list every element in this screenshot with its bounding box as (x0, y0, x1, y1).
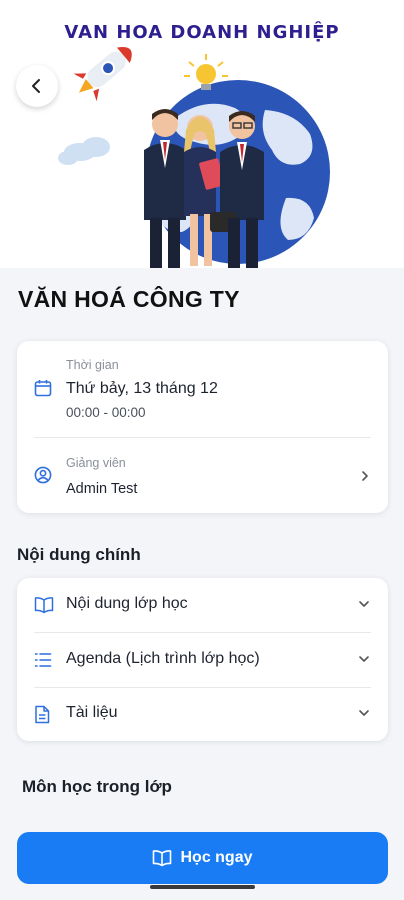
hero-banner: VAN HOA DOANH NGHIỆP (0, 0, 404, 268)
chevron-right-icon (362, 471, 368, 481)
chevron-down-icon (359, 656, 369, 662)
time-label: Thời gian (66, 358, 119, 372)
time-row: Thời gian Thứ bảy, 13 tháng 12 00:00 - 0… (17, 341, 388, 427)
user-circle-icon (34, 466, 52, 484)
instructor-name: Admin Test (66, 481, 138, 497)
list-icon (34, 653, 52, 667)
chevron-left-icon (32, 79, 40, 93)
main-content-title: Nội dung chính (17, 545, 141, 564)
class-info-card: Thời gian Thứ bảy, 13 tháng 12 00:00 - 0… (17, 341, 388, 513)
cta-label: Học ngay (180, 849, 253, 866)
book-icon (34, 597, 54, 614)
banner-title: VAN HOA DOANH NGHIỆP (64, 22, 340, 43)
instructor-label: Giảng viên (66, 456, 126, 470)
accordion-label: Agenda (Lịch trình lớp học) (66, 650, 260, 667)
chevron-down-icon (359, 710, 369, 716)
class-time-range: 00:00 - 00:00 (66, 405, 146, 420)
start-learning-button[interactable]: Học ngay (17, 832, 388, 884)
main-content-card: Nội dung lớp học Agenda (Lịch trình lớp … (17, 578, 388, 741)
document-icon (35, 705, 50, 724)
accordion-class-content[interactable]: Nội dung lớp học (17, 578, 388, 632)
instructor-row[interactable]: Giảng viên Admin Test (17, 438, 388, 513)
accordion-agenda[interactable]: Agenda (Lịch trình lớp học) (17, 633, 388, 687)
subjects-title: Môn học trong lớp (22, 777, 172, 796)
class-date: Thứ bảy, 13 tháng 12 (66, 380, 218, 397)
chevron-down-icon (359, 601, 369, 607)
accordion-label: Tài liệu (66, 704, 118, 721)
book-icon (153, 850, 172, 867)
home-indicator (150, 885, 255, 889)
page-title: VĂN HOÁ CÔNG TY (18, 286, 240, 312)
calendar-icon (34, 380, 52, 397)
back-button[interactable] (16, 65, 58, 107)
accordion-label: Nội dung lớp học (66, 595, 188, 612)
accordion-documents[interactable]: Tài liệu (17, 687, 388, 741)
